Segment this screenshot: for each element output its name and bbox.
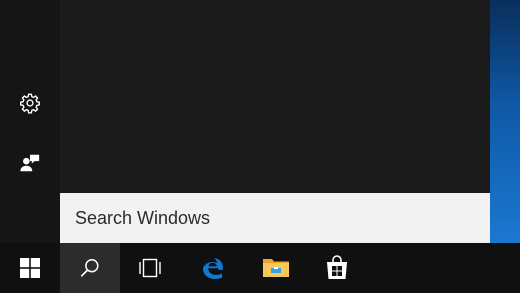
start-button[interactable]: [0, 243, 60, 293]
store-icon: [324, 255, 350, 281]
store-button[interactable]: [307, 243, 367, 293]
feedback-icon: [19, 152, 41, 174]
search-rail: [0, 0, 60, 243]
search-icon: [79, 257, 101, 279]
windows-logo-icon: [20, 258, 40, 278]
search-placeholder: Search Windows: [75, 207, 211, 228]
taskbar-search-button[interactable]: [60, 243, 120, 293]
feedback-button[interactable]: [0, 139, 60, 187]
gear-icon: [19, 92, 41, 114]
task-view-button[interactable]: [120, 243, 180, 293]
search-panel: Search Windows: [0, 0, 490, 243]
edge-button[interactable]: [183, 243, 243, 293]
search-results-area: [60, 0, 490, 193]
settings-button[interactable]: [0, 79, 60, 127]
file-explorer-button[interactable]: [246, 243, 306, 293]
search-input[interactable]: Search Windows: [60, 193, 490, 243]
file-explorer-icon: [262, 256, 290, 280]
edge-icon: [200, 255, 226, 281]
task-view-icon: [138, 257, 162, 279]
taskbar: [0, 243, 520, 293]
desktop-background: [490, 0, 520, 243]
